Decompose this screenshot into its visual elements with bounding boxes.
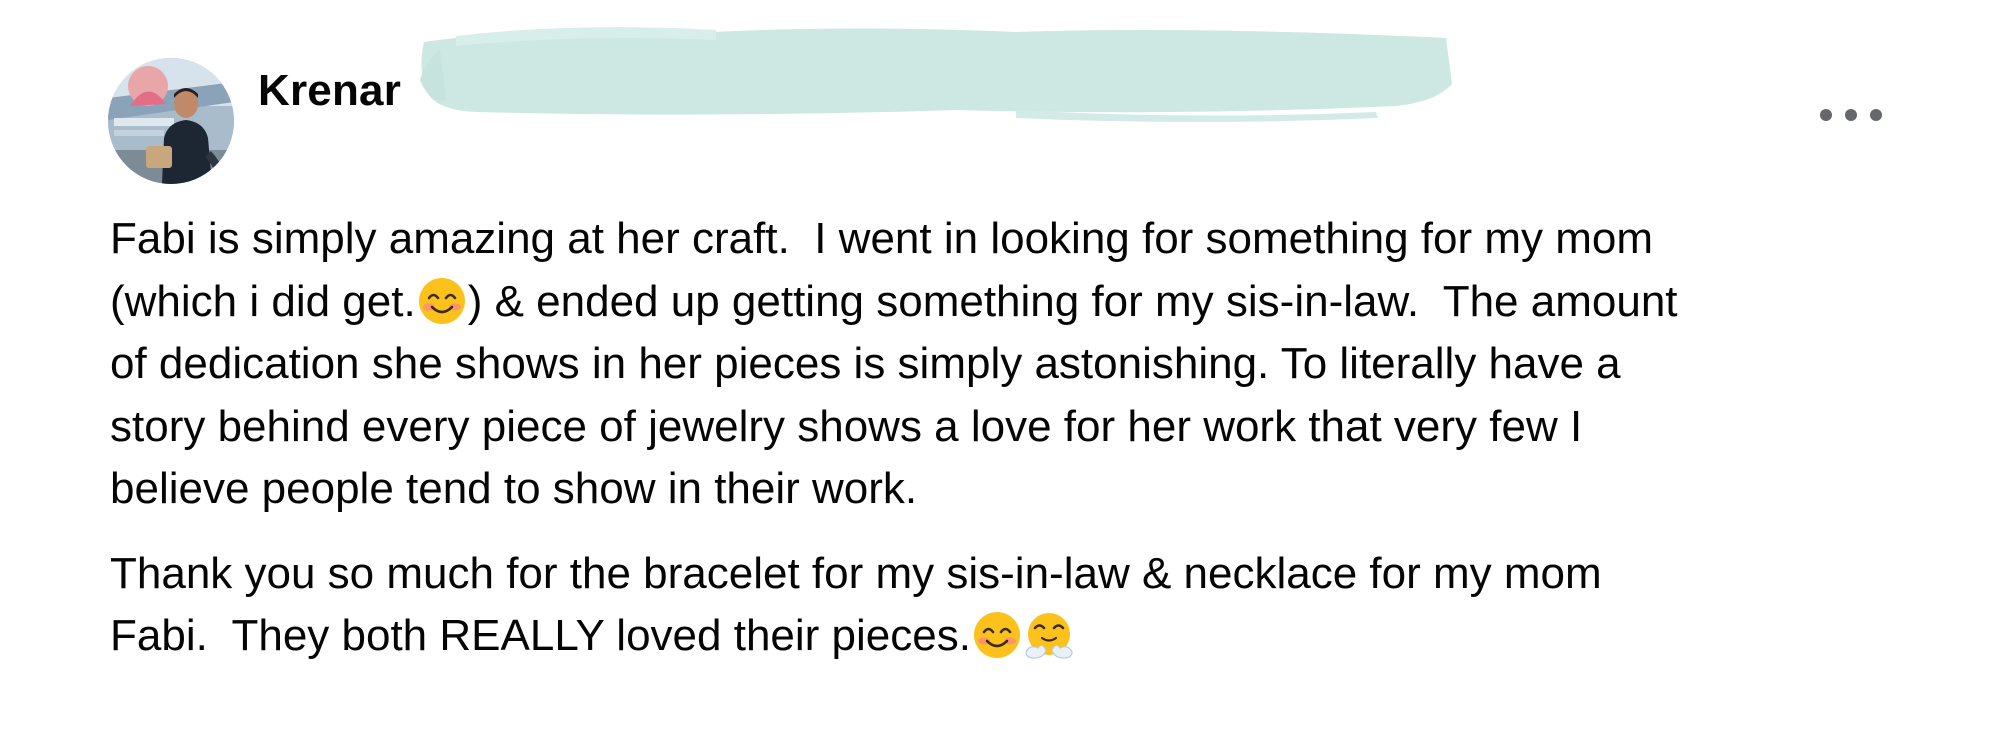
post-card: Krenar Fabi is simply amazing at her cra… <box>0 0 2000 750</box>
text-line: Fabi is simply amazing at her craft. I w… <box>110 208 1910 271</box>
post-paragraph: Thank you so much for the bracelet for m… <box>110 543 1910 668</box>
post-paragraph: Fabi is simply amazing at her craft. I w… <box>110 208 1910 521</box>
text-segment: story behind every piece of jewelry show… <box>110 401 1583 451</box>
author-name[interactable]: Krenar <box>258 66 401 116</box>
more-horizontal-icon <box>1820 109 1832 121</box>
more-dot <box>1845 109 1857 121</box>
smiling-face-with-smiling-eyes-emoji <box>417 276 467 326</box>
text-line: believe people tend to show in their wor… <box>110 458 1910 521</box>
smiling-face-with-smiling-eyes-emoji <box>972 610 1022 660</box>
text-segment: Fabi. They both REALLY loved their piece… <box>110 611 971 660</box>
text-line: of dedication she shows in her pieces is… <box>110 333 1910 396</box>
text-line: Thank you so much for the bracelet for m… <box>110 543 1910 606</box>
text-segment: believe people tend to show in their wor… <box>110 464 918 513</box>
face-with-steam-from-nose-emoji <box>1024 610 1074 660</box>
avatar-photo <box>108 58 234 184</box>
text-line: (which i did get. ) & ended up getting so… <box>110 271 1910 334</box>
author-avatar[interactable] <box>108 58 234 184</box>
more-dot <box>1870 109 1882 121</box>
text-line: Fabi. They both REALLY loved their piece… <box>110 605 1910 668</box>
text-segment: Thank you so much for the bracelet for m… <box>110 548 1602 598</box>
text-segment: of dedication she shows in her pieces is… <box>110 339 1621 388</box>
more-options-button[interactable] <box>1820 96 1882 136</box>
post-text: Fabi is simply amazing at her craft. I w… <box>110 208 1910 690</box>
text-segment: (which i did get. <box>110 276 416 326</box>
text-segment: Fabi is simply amazing at her craft. I w… <box>110 214 1654 263</box>
text-segment: ) & ended up getting something for my si… <box>467 276 1678 326</box>
text-line: story behind every piece of jewelry show… <box>110 396 1910 459</box>
redaction-scribble <box>416 20 1458 124</box>
